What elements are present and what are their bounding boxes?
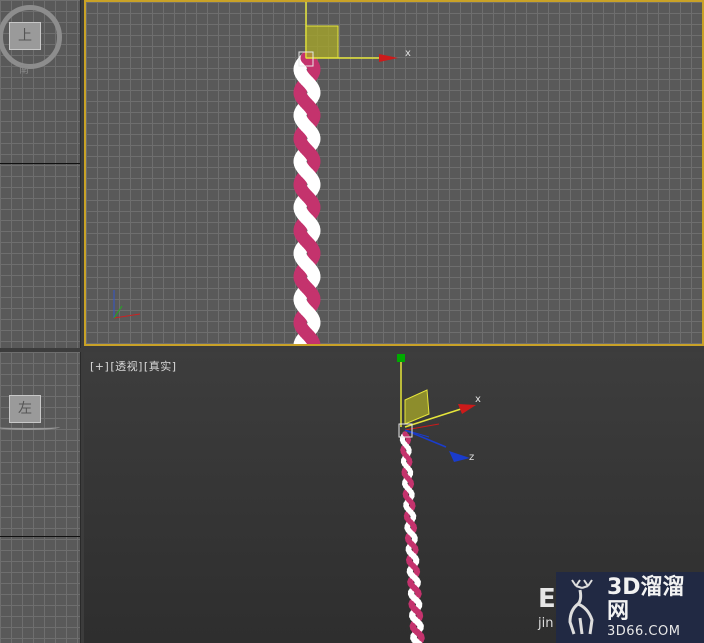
rope-object-perspective[interactable] bbox=[399, 431, 425, 643]
rope-strand-white bbox=[406, 447, 412, 453]
rope-strand-pink bbox=[408, 479, 414, 485]
rope-strand-pink bbox=[416, 610, 423, 618]
rope-strand-white bbox=[411, 535, 418, 541]
brand-watermark: 3D溜溜网 3D66.COM bbox=[556, 572, 704, 643]
rope-strand-pink bbox=[409, 501, 416, 507]
viewport-top[interactable]: x bbox=[84, 0, 704, 346]
rope-strand-pink bbox=[406, 457, 413, 463]
rope-strand-white bbox=[410, 513, 417, 519]
viewcube-ring-label: 南 bbox=[19, 65, 29, 76]
rope-strand-pink bbox=[414, 588, 422, 596]
world-axis-icon bbox=[113, 290, 141, 319]
rope-strand-pink bbox=[413, 566, 420, 574]
top-viewport-scene: x bbox=[113, 0, 411, 347]
move-gizmo[interactable]: x bbox=[298, 0, 411, 67]
rope-strand-pink bbox=[412, 545, 419, 551]
jingyan-watermark-sub: jin bbox=[538, 616, 554, 631]
viewport-divider bbox=[0, 536, 80, 537]
deer-logo-icon bbox=[568, 578, 594, 634]
rope-strand-white bbox=[417, 622, 424, 630]
brand-name: 3D溜溜网 bbox=[606, 574, 685, 624]
viewport-left-bottom[interactable]: 左 bbox=[0, 352, 81, 643]
rope-strand-white bbox=[407, 469, 414, 475]
rope-strand-white bbox=[307, 131, 321, 145]
rope-strand-pink bbox=[307, 61, 321, 75]
rope-strand-white bbox=[414, 578, 421, 586]
rope-strand-pink bbox=[417, 632, 425, 640]
rope-strand-white bbox=[307, 269, 321, 283]
rope-strand-white bbox=[413, 556, 420, 564]
rope-strand-white bbox=[415, 600, 423, 608]
gizmo-z-label: z bbox=[469, 452, 474, 463]
viewcube-ring-edge bbox=[0, 424, 60, 430]
rope-strand-pink bbox=[307, 245, 321, 259]
rope-strand-pink bbox=[307, 153, 321, 167]
rope-strand-pink bbox=[307, 107, 321, 121]
gizmo-x-label: x bbox=[405, 48, 411, 59]
jingyan-watermark: E bbox=[538, 584, 556, 614]
rope-strand-white bbox=[409, 491, 415, 497]
gizmo-x-label: x bbox=[475, 394, 481, 405]
rope-strand-pink bbox=[307, 199, 321, 213]
rope-object[interactable] bbox=[293, 51, 321, 347]
rope-strand-white bbox=[307, 223, 321, 237]
rope-strand-white bbox=[307, 177, 321, 191]
rope-strand-white bbox=[307, 85, 321, 99]
brand-url: 3D66.COM bbox=[606, 623, 681, 639]
rope-strand-pink bbox=[307, 291, 321, 305]
viewport-divider bbox=[0, 163, 80, 164]
rope-strand-white bbox=[307, 315, 321, 329]
rope-strand-pink bbox=[405, 435, 411, 441]
viewcube-face-top[interactable]: 上 bbox=[9, 22, 41, 50]
rope-strand-pink bbox=[410, 523, 417, 529]
viewport-left-top[interactable]: 上 南 bbox=[0, 0, 81, 348]
viewcube-face-left[interactable]: 左 bbox=[9, 395, 41, 423]
